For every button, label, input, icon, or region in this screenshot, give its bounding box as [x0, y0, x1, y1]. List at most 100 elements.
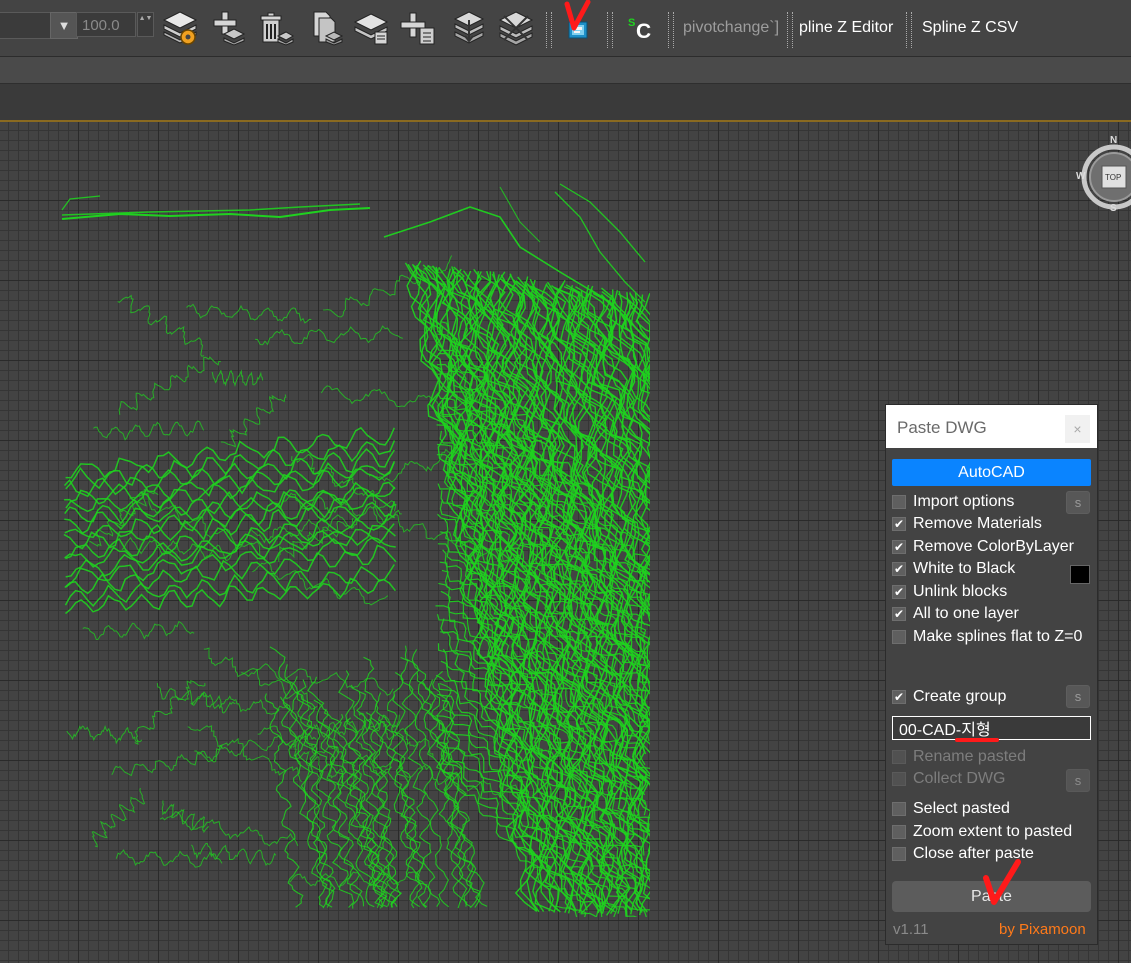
contour-line: [220, 394, 287, 448]
value-field[interactable]: [0, 12, 51, 39]
script-sc-icon[interactable]: S C: [626, 14, 656, 44]
option-label: Close after paste: [913, 845, 1034, 862]
checkbox[interactable]: ✔: [892, 690, 906, 704]
spinner-arrows[interactable]: ▲▼: [137, 12, 154, 37]
checkbox[interactable]: [892, 825, 906, 839]
collect-dwg-settings-button[interactable]: s: [1066, 769, 1090, 792]
checkbox[interactable]: ✔: [892, 607, 906, 621]
contour-line: [156, 683, 236, 714]
checkbox[interactable]: [892, 772, 906, 786]
contour-line: [436, 424, 646, 667]
panel-titlebar[interactable]: Paste DWG ×: [886, 405, 1097, 448]
script-button-pline-z-editor[interactable]: pline Z Editor: [799, 19, 893, 37]
checkbox[interactable]: [892, 630, 906, 644]
viewcube[interactable]: N S W TOP: [1076, 129, 1131, 217]
contour-line: [115, 849, 223, 868]
layer-settings-icon[interactable]: [162, 10, 198, 46]
contour-line: [628, 292, 650, 381]
import-options-settings-button[interactable]: s: [1066, 491, 1090, 514]
viewcube-top-face: TOP: [1105, 173, 1122, 182]
svg-text:S: S: [628, 17, 635, 29]
contour-line: [186, 303, 312, 324]
toolbar-separator: [906, 12, 912, 48]
contour-line: [241, 663, 394, 696]
contour-line: [118, 356, 221, 415]
option-label: Zoom extent to pasted: [913, 823, 1073, 840]
option-label: White to Black: [913, 560, 1016, 577]
option-label: Rename pasted: [913, 748, 1026, 765]
contour-line: [636, 294, 650, 341]
option-label: Select pasted: [913, 800, 1010, 817]
compass-south: S: [1110, 203, 1117, 214]
layer-hide-icon[interactable]: [498, 10, 534, 46]
add-to-layer-icon[interactable]: [400, 10, 436, 46]
contour-line: [61, 203, 361, 216]
layer-add-icon[interactable]: [210, 10, 246, 46]
contour-line: [439, 741, 596, 917]
contour-line: [255, 325, 403, 346]
compass-west: W: [1076, 171, 1086, 182]
contour-line: [291, 676, 355, 908]
contour-line: [61, 195, 101, 211]
checkbox[interactable]: ✔: [892, 517, 906, 531]
group-name-input[interactable]: [892, 716, 1091, 740]
contour-line: [629, 293, 650, 383]
version-label: v1.11: [893, 921, 929, 938]
contour-line: [191, 842, 277, 867]
color-swatch[interactable]: [1070, 565, 1090, 584]
checkbox[interactable]: ✔: [892, 585, 906, 599]
checkbox[interactable]: ✔: [892, 540, 906, 554]
contour-line: [280, 492, 402, 525]
contour-line: [284, 664, 332, 909]
contour-line: [91, 787, 146, 848]
ribbon-strip: [0, 57, 1131, 84]
contour-line: [559, 183, 646, 263]
main-toolbar: ▼ 100.0 ▲▼ S C pivotchange`] pline Z Edi…: [0, 0, 1131, 57]
paste-dwg-panel: Paste DWG × AutoCAD Import options ✔ Remov…: [885, 404, 1098, 945]
contour-line: [82, 620, 195, 641]
script-sc-label: C: [636, 20, 652, 43]
contour-line: [623, 292, 650, 380]
layer-delete-icon[interactable]: [258, 10, 295, 46]
toolbar-separator: [607, 12, 613, 48]
layer-merge-icon[interactable]: [451, 10, 487, 46]
contour-line: [625, 292, 650, 390]
contour-line: [626, 298, 650, 376]
spinner-value-field[interactable]: 100.0: [76, 12, 136, 37]
close-button[interactable]: ×: [1065, 415, 1090, 443]
contour-line: [416, 672, 481, 908]
contour-line: [553, 286, 650, 589]
contour-line: [211, 369, 264, 387]
contour-line: [626, 297, 650, 363]
checkbox[interactable]: [892, 847, 906, 861]
checkbox[interactable]: [892, 802, 906, 816]
contour-line: [307, 676, 365, 907]
autocad-button[interactable]: AutoCAD: [892, 459, 1091, 486]
layer-stack-icon[interactable]: [353, 10, 389, 46]
paste-dwg-icon[interactable]: [562, 14, 598, 50]
option-label: Import options: [913, 493, 1015, 510]
script-button-spline-z-csv[interactable]: Spline Z CSV: [922, 19, 1018, 37]
contour-line: [111, 744, 223, 777]
checkbox[interactable]: ✔: [892, 562, 906, 576]
contour-line: [637, 298, 650, 316]
paste-button[interactable]: Paste: [892, 881, 1091, 912]
contour-line: [159, 810, 299, 847]
option-label: Remove ColorByLayer: [913, 538, 1074, 555]
compass-north: N: [1110, 135, 1118, 146]
contour-line: [618, 290, 650, 418]
script-button-pivotchange[interactable]: pivotchange`]: [683, 19, 779, 37]
layer-copy-icon[interactable]: [308, 10, 344, 46]
option-label: Make splines flat to Z=0: [913, 628, 1083, 645]
checkbox[interactable]: [892, 750, 906, 764]
contour-line: [635, 292, 650, 333]
toolbar-separator: [787, 12, 793, 48]
option-label: All to one layer: [913, 605, 1019, 622]
create-group-settings-button[interactable]: s: [1066, 685, 1090, 708]
dropdown-arrow-button[interactable]: ▼: [50, 12, 78, 39]
viewport-header: [0, 84, 1131, 122]
contour-line: [356, 691, 399, 907]
checkbox[interactable]: [892, 495, 906, 509]
option-label: Collect DWG: [913, 770, 1006, 787]
author-label: by Pixamoon: [999, 921, 1086, 938]
